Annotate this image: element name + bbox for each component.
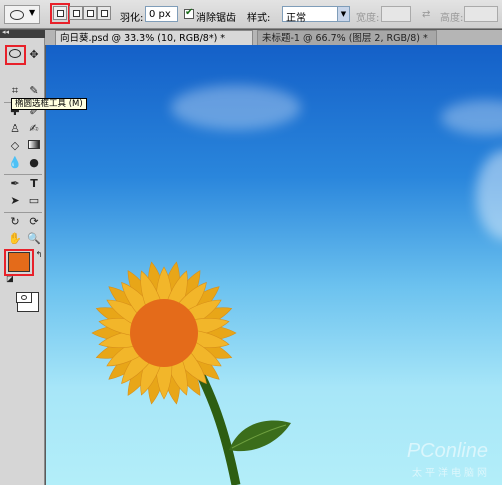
default-colors-icon[interactable]: ◪ <box>3 272 17 286</box>
3d-rotate-tool[interactable]: ↻ <box>8 215 22 229</box>
watermark-subtitle: 太平洋电脑网 <box>412 468 490 479</box>
clone-stamp-tool[interactable]: ♙ <box>8 122 22 136</box>
quick-mask-icon <box>16 292 32 303</box>
blur-tool[interactable]: 💧 <box>8 156 22 170</box>
swap-dimensions-icon[interactable]: ⇄ <box>422 9 430 20</box>
antialias-label: 消除锯齿 <box>196 13 236 24</box>
add-to-selection-button[interactable] <box>69 6 83 20</box>
zoom-tool[interactable]: 🔍 <box>27 232 41 246</box>
sunflower-illustration <box>91 261 291 485</box>
pen-tool[interactable]: ✒ <box>8 177 22 191</box>
crop-tool[interactable]: ⌗ <box>8 84 22 98</box>
ellipse-icon <box>9 49 21 58</box>
eraser-tool[interactable]: ◇ <box>8 139 22 153</box>
3d-orbit-tool[interactable]: ⟳ <box>27 215 41 229</box>
quick-mask-mode-button[interactable] <box>15 292 33 306</box>
add-selection-icon <box>73 10 80 17</box>
elliptical-marquee-tool[interactable] <box>8 48 22 62</box>
shape-tool[interactable]: ▭ <box>27 194 41 208</box>
tab-untitled-document[interactable]: 未标题-1 @ 66.7% (图层 2, RGB/8) * <box>257 30 437 45</box>
options-bar: ▼ 羽化: 0 px 消除锯齿 样式: 正常 ▼ 宽度: ⇄ 高度: <box>0 0 502 29</box>
foreground-color-swatch[interactable] <box>8 252 30 272</box>
hand-tool[interactable]: ✋ <box>8 232 22 246</box>
sunflower-leaf <box>229 420 291 452</box>
chevron-down-icon: ▼ <box>337 7 349 21</box>
width-label: 宽度: <box>356 13 380 24</box>
document-canvas[interactable]: PConline 太平洋电脑网 <box>46 45 502 485</box>
collapse-arrows-icon[interactable]: ◂◂ <box>2 28 9 36</box>
swap-colors-icon[interactable]: ↰ <box>32 248 46 262</box>
sunflower-stem <box>191 362 241 485</box>
tool-tooltip: 椭圆选框工具 (M) <box>11 98 87 110</box>
gradient-icon <box>28 140 40 149</box>
watermark-logo: PConline <box>406 440 488 462</box>
intersect-selection-icon <box>101 10 108 17</box>
tab-sunflower-document[interactable]: 向日葵.psd @ 33.3% (10, RGB/8*) * <box>55 30 253 45</box>
new-selection-button[interactable] <box>53 6 67 20</box>
antialias-checkbox[interactable] <box>184 7 194 19</box>
toolbox-divider <box>4 174 42 175</box>
toolbox-header[interactable]: ◂◂ <box>0 28 45 38</box>
sunflower-center <box>130 299 198 367</box>
height-label: 高度: <box>440 13 464 24</box>
subtract-selection-icon <box>87 10 94 17</box>
height-input[interactable] <box>464 6 498 22</box>
eyedropper-tool[interactable]: ✎ <box>27 84 41 98</box>
toolbox-panel: ◂◂ ✥ 椭圆选框工具 (M) ⌗ ✎ ✚ ✐ ♙ ✍ ◇ 💧 ● ✒ T ➤ … <box>0 28 87 485</box>
gradient-tool[interactable] <box>27 139 41 153</box>
style-label: 样式: <box>247 13 271 24</box>
new-selection-icon <box>57 10 64 17</box>
feather-input[interactable]: 0 px <box>145 6 178 22</box>
style-select[interactable]: 正常 ▼ <box>282 6 350 24</box>
history-brush-tool[interactable]: ✍ <box>27 122 41 136</box>
feather-label: 羽化: <box>120 13 144 24</box>
style-select-value: 正常 <box>286 13 306 24</box>
toolbox-divider <box>4 212 42 213</box>
dropdown-arrow-icon: ▼ <box>29 8 36 17</box>
type-tool[interactable]: T <box>27 177 41 191</box>
dodge-tool[interactable]: ● <box>27 156 41 170</box>
width-input[interactable] <box>381 6 411 22</box>
tool-preset-picker[interactable]: ▼ <box>4 5 40 24</box>
path-selection-tool[interactable]: ➤ <box>8 194 22 208</box>
move-tool[interactable]: ✥ <box>27 48 41 62</box>
subtract-from-selection-button[interactable] <box>83 6 97 20</box>
intersect-selection-button[interactable] <box>97 6 111 20</box>
document-tab-bar: 向日葵.psd @ 33.3% (10, RGB/8*) * 未标题-1 @ 6… <box>45 30 502 45</box>
ellipse-marquee-icon <box>10 10 24 20</box>
